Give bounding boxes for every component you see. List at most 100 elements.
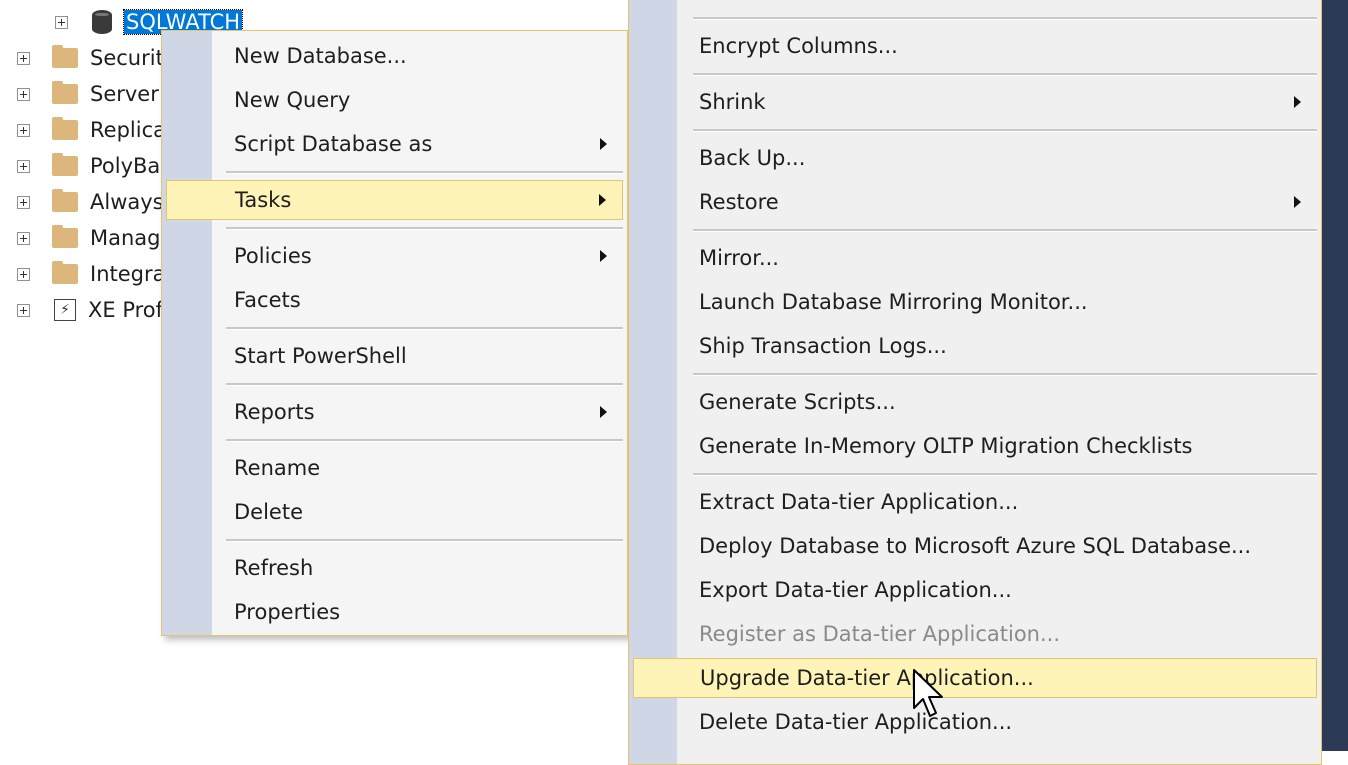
window-edge xyxy=(1322,0,1348,751)
menu-item-label: Delete xyxy=(234,500,303,524)
menu-item-label: Back Up... xyxy=(699,146,806,170)
menu-item-register-data-tier: Register as Data-tier Application... xyxy=(629,614,1321,654)
menu-item-label: Facets xyxy=(234,288,301,312)
menu-item-label: Encrypt Columns... xyxy=(699,34,898,58)
folder-icon xyxy=(52,153,78,176)
menu-item-facets[interactable]: Facets xyxy=(162,280,627,320)
menu-separator xyxy=(693,17,1317,20)
menu-item-oltp-migration-checklists[interactable]: Generate In-Memory OLTP Migration Checkl… xyxy=(629,426,1321,466)
menu-separator xyxy=(226,439,623,442)
menu-item-refresh[interactable]: Refresh xyxy=(162,548,627,588)
menu-separator xyxy=(226,227,623,230)
menu-item-label: Delete Data-tier Application... xyxy=(699,710,1013,734)
expand-icon[interactable] xyxy=(17,267,30,281)
expand-icon[interactable] xyxy=(17,231,30,245)
menu-item-label: Generate In-Memory OLTP Migration Checkl… xyxy=(699,434,1193,458)
submenu-arrow-icon xyxy=(600,250,607,262)
menu-separator xyxy=(693,373,1317,376)
menu-item-label: Upgrade Data-tier Application... xyxy=(700,666,1034,690)
menu-separator xyxy=(693,473,1317,476)
menu-item-label: Policies xyxy=(234,244,312,268)
menu-item-policies[interactable]: Policies xyxy=(162,236,627,276)
menu-item-script-database-as[interactable]: Script Database as xyxy=(162,124,627,164)
menu-item-delete-data-tier[interactable]: Delete Data-tier Application... xyxy=(629,702,1321,742)
tree-label[interactable]: XE Prof xyxy=(88,298,163,322)
menu-item-new-query[interactable]: New Query xyxy=(162,80,627,120)
tree-node-integration[interactable]: Integra xyxy=(17,256,166,292)
menu-item-label: Generate Scripts... xyxy=(699,390,896,414)
menu-item-launch-mirroring-monitor[interactable]: Launch Database Mirroring Monitor... xyxy=(629,282,1321,322)
menu-separator xyxy=(693,129,1317,132)
menu-item-label: Extract Data-tier Application... xyxy=(699,490,1019,514)
menu-item-label: Mirror... xyxy=(699,246,779,270)
menu-item-new-database[interactable]: New Database... xyxy=(162,36,627,76)
xe-profiler-icon: ⚡ xyxy=(54,299,76,321)
submenu-arrow-icon xyxy=(1294,96,1301,108)
tree-node-always-on[interactable]: Always xyxy=(17,184,164,220)
expand-icon[interactable] xyxy=(17,51,30,65)
menu-item-shrink[interactable]: Shrink xyxy=(629,82,1321,122)
tree-label[interactable]: PolyBa xyxy=(90,154,160,178)
expand-icon[interactable] xyxy=(17,159,30,173)
tree-node-security[interactable]: Security xyxy=(17,40,176,76)
submenu-arrow-icon xyxy=(600,138,607,150)
menu-item-label: New Query xyxy=(234,88,351,112)
submenu-arrow-icon xyxy=(599,194,606,206)
menu-item-label: Script Database as xyxy=(234,132,433,156)
folder-icon xyxy=(52,45,78,68)
expand-icon[interactable] xyxy=(17,123,30,137)
menu-item-extract-data-tier[interactable]: Extract Data-tier Application... xyxy=(629,482,1321,522)
folder-icon xyxy=(52,189,78,212)
folder-icon xyxy=(52,81,78,104)
menu-separator xyxy=(693,229,1317,232)
menu-item-properties[interactable]: Properties xyxy=(162,592,627,632)
tree-label[interactable]: Integra xyxy=(90,262,166,286)
menu-item-label: Restore xyxy=(699,190,779,214)
menu-item-reports[interactable]: Reports xyxy=(162,392,627,432)
menu-item-label: Shrink xyxy=(699,90,766,114)
menu-item-rename[interactable]: Rename xyxy=(162,448,627,488)
tree-label[interactable]: Always xyxy=(90,190,164,214)
mouse-cursor-icon xyxy=(913,669,943,717)
menu-item-label: Launch Database Mirroring Monitor... xyxy=(699,290,1088,314)
tree-label[interactable]: Manag xyxy=(90,226,161,250)
menu-gutter xyxy=(162,31,212,635)
menu-item-label: Register as Data-tier Application... xyxy=(699,622,1060,646)
submenu-arrow-icon xyxy=(600,406,607,418)
database-context-menu: New Database... New Query Script Databas… xyxy=(161,30,628,636)
menu-item-export-data-tier[interactable]: Export Data-tier Application... xyxy=(629,570,1321,610)
menu-item-encrypt-columns[interactable]: Encrypt Columns... xyxy=(629,26,1321,66)
expand-icon[interactable] xyxy=(55,15,68,29)
menu-item-label: Start PowerShell xyxy=(234,344,407,368)
menu-item-delete[interactable]: Delete xyxy=(162,492,627,532)
menu-item-label: Rename xyxy=(234,456,321,480)
tree-node-replication[interactable]: Replica xyxy=(17,112,166,148)
tasks-submenu: Encrypt Columns... Shrink Back Up... Res… xyxy=(628,0,1322,765)
tree-node-management[interactable]: Manag xyxy=(17,220,161,256)
menu-separator xyxy=(226,327,623,330)
menu-item-start-powershell[interactable]: Start PowerShell xyxy=(162,336,627,376)
menu-item-label: Ship Transaction Logs... xyxy=(699,334,947,358)
expand-icon[interactable] xyxy=(17,87,30,101)
menu-item-restore[interactable]: Restore xyxy=(629,182,1321,222)
menu-item-mirror[interactable]: Mirror... xyxy=(629,238,1321,278)
menu-item-label: New Database... xyxy=(234,44,407,68)
menu-item-deploy-to-azure[interactable]: Deploy Database to Microsoft Azure SQL D… xyxy=(629,526,1321,566)
menu-item-back-up[interactable]: Back Up... xyxy=(629,138,1321,178)
folder-icon xyxy=(52,261,78,284)
menu-item-generate-scripts[interactable]: Generate Scripts... xyxy=(629,382,1321,422)
expand-icon[interactable] xyxy=(17,195,30,209)
menu-item-ship-transaction-logs[interactable]: Ship Transaction Logs... xyxy=(629,326,1321,366)
menu-separator xyxy=(226,171,623,174)
tree-node-xe-profiler[interactable]: ⚡ XE Prof xyxy=(17,292,163,328)
tree-node-polybase[interactable]: PolyBa xyxy=(17,148,160,184)
menu-item-upgrade-data-tier[interactable]: Upgrade Data-tier Application... xyxy=(633,658,1317,698)
tree-label[interactable]: Replica xyxy=(90,118,166,142)
expand-icon[interactable] xyxy=(17,303,30,317)
menu-item-label: Export Data-tier Application... xyxy=(699,578,1012,602)
tree-node-server-objects[interactable]: Server O xyxy=(17,76,182,112)
folder-icon xyxy=(52,225,78,248)
menu-separator xyxy=(226,539,623,542)
database-icon xyxy=(92,10,112,34)
menu-item-tasks[interactable]: Tasks xyxy=(166,180,623,220)
